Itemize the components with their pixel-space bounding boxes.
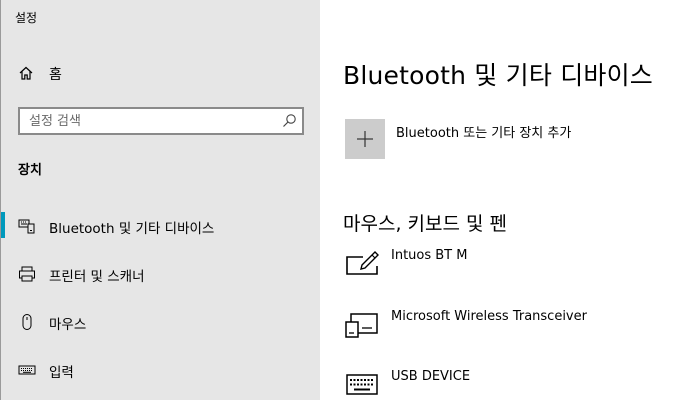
device-name: USB DEVICE: [391, 369, 471, 384]
sidebar-item-label: 마우스: [49, 317, 87, 333]
sidebar-item-input[interactable]: 입력: [1, 353, 319, 387]
sidebar: 설정 홈 장치 Bluetooth: [0, 0, 320, 400]
printer-icon: [19, 266, 35, 282]
search-input[interactable]: [20, 109, 279, 133]
home-icon: [19, 66, 33, 80]
keyboard-icon: [346, 374, 378, 395]
device-name: Intuos BT M: [391, 248, 468, 263]
wireless-receiver-icon: [345, 313, 378, 338]
add-device-label: Bluetooth 또는 기타 장치 추가: [396, 126, 572, 141]
bluetooth-devices-icon: [18, 219, 35, 234]
pen-tablet-icon: [346, 251, 379, 275]
page-title: Bluetooth 및 기타 디바이스: [343, 61, 654, 90]
device-item[interactable]: USB DEVICE: [345, 369, 685, 400]
sidebar-home[interactable]: 홈: [1, 58, 319, 88]
sidebar-item-label: 프린터 및 스캐너: [49, 269, 145, 285]
content-pane: Bluetooth 및 기타 디바이스 Bluetooth 또는 기타 장치 추…: [320, 0, 695, 400]
selected-indicator: [1, 212, 5, 238]
sidebar-item-mouse[interactable]: 마우스: [1, 305, 319, 339]
app-title: 설정: [15, 11, 38, 25]
search-icon[interactable]: [282, 113, 297, 128]
sidebar-item-bluetooth[interactable]: Bluetooth 및 기타 디바이스: [1, 209, 319, 243]
device-name: Microsoft Wireless Transceiver: [391, 309, 587, 324]
section-title: 마우스, 키보드 및 펜: [343, 213, 507, 235]
search-box[interactable]: [18, 107, 304, 135]
device-item[interactable]: Intuos BT M: [345, 248, 685, 288]
sidebar-item-label: 입력: [49, 365, 74, 381]
device-item[interactable]: Microsoft Wireless Transceiver: [345, 309, 685, 349]
keyboard-icon: [18, 365, 36, 375]
sidebar-item-printers[interactable]: 프린터 및 스캐너: [1, 257, 319, 291]
sidebar-item-label: Bluetooth 및 기타 디바이스: [49, 221, 215, 237]
add-device-tile[interactable]: [345, 119, 385, 159]
add-device-button[interactable]: Bluetooth 또는 기타 장치 추가: [345, 119, 675, 161]
settings-window: 설정 홈 장치 Bluetooth: [0, 0, 695, 400]
mouse-icon: [22, 314, 32, 330]
sidebar-section-title: 장치: [18, 163, 42, 178]
plus-icon: [357, 131, 373, 147]
sidebar-home-label: 홈: [49, 67, 62, 83]
